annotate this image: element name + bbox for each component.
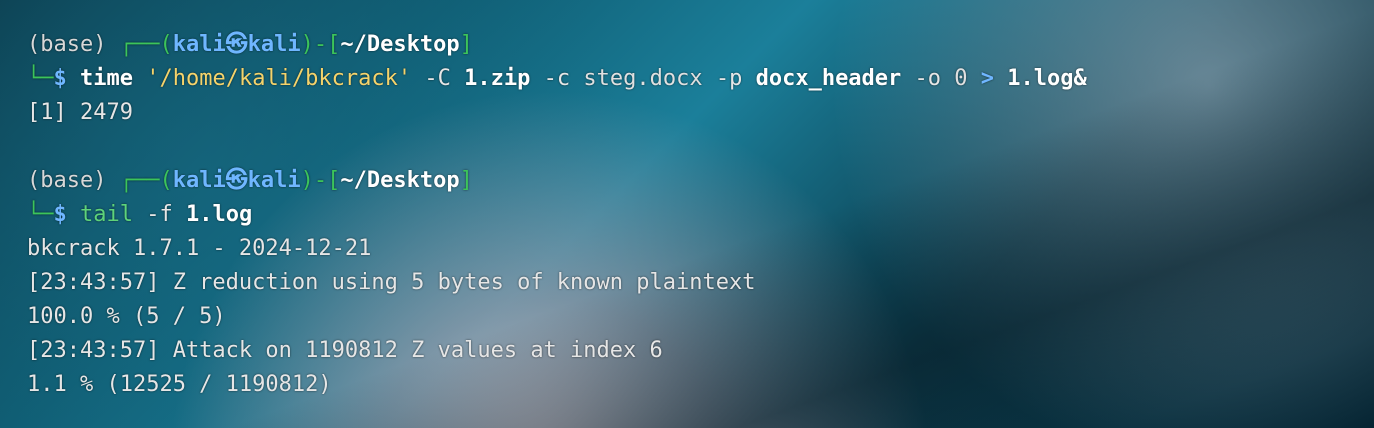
prompt-header: (base) ┌──(kali㉿kali)-[~/Desktop]: [27, 28, 1087, 62]
prompt-corner: ┌──(: [119, 168, 173, 193]
command-arg: docx_header: [755, 66, 902, 91]
command-arg: 1.log: [185, 202, 253, 227]
prompt-turn: └─: [27, 66, 54, 91]
prompt-corner: ┌──(: [119, 32, 173, 57]
command-path: '/home/kali/bkcrack': [146, 66, 412, 91]
prompt-bracket-open: )-[: [300, 32, 341, 57]
prompt-dollar: $: [53, 202, 67, 227]
command-flag: -p: [715, 66, 743, 91]
output-line: [23:43:57] Z reduction using 5 bytes of …: [27, 270, 756, 295]
terminal-output[interactable]: (base) ┌──(kali㉿kali)-[~/Desktop] └─$ ti…: [27, 28, 1087, 402]
command-keyword: tail: [80, 202, 133, 227]
command-keyword: time: [80, 66, 133, 91]
command-redirect: >: [980, 66, 995, 91]
prompt-directory: ~/Desktop: [340, 168, 460, 193]
output-line: [23:43:57] Attack on 1190812 Z values at…: [27, 338, 663, 363]
prompt-user: kali㉿kali: [172, 168, 301, 193]
command-arg: 1.zip: [464, 66, 531, 91]
command-flag: -f: [146, 202, 173, 227]
prompt-bracket-close: ]: [459, 32, 473, 57]
command-line: └─$ time '/home/kali/bkcrack' -C 1.zip -…: [27, 62, 1087, 96]
command-arg: 1.log&: [1007, 66, 1087, 91]
command-arg: 0: [954, 66, 968, 91]
prompt-turn: └─: [27, 202, 54, 227]
command-arg: steg.docx: [583, 66, 703, 91]
command-flag: -C: [424, 66, 451, 91]
output-line: 100.0 % (5 / 5): [27, 304, 226, 329]
prompt-dollar: $: [53, 66, 67, 91]
command-flag: -c: [543, 66, 571, 91]
conda-env-label: (base): [27, 168, 120, 193]
prompt-bracket-close: ]: [459, 168, 473, 193]
output-line: bkcrack 1.7.1 - 2024-12-21: [27, 236, 372, 261]
prompt-directory: ~/Desktop: [340, 32, 460, 57]
prompt-header: (base) ┌──(kali㉿kali)-[~/Desktop]: [27, 164, 1087, 198]
conda-env-label: (base): [27, 32, 120, 57]
command-line: └─$ tail -f 1.log: [27, 198, 1087, 232]
prompt-user: kali㉿kali: [172, 32, 301, 57]
output-line: 1.1 % (12525 / 1190812): [27, 372, 332, 397]
prompt-bracket-open: )-[: [300, 168, 341, 193]
job-line: [1] 2479: [27, 100, 133, 125]
command-flag: -o: [914, 66, 942, 91]
